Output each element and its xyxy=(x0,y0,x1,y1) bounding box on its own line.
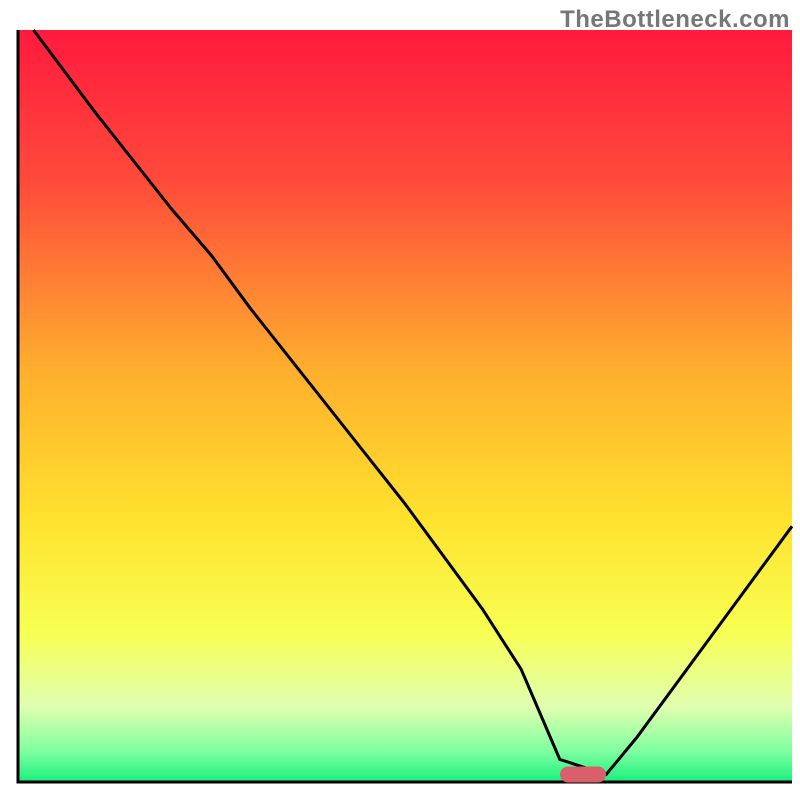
site-watermark: TheBottleneck.com xyxy=(560,6,790,34)
optimal-marker xyxy=(560,766,606,782)
chart-canvas xyxy=(0,0,800,800)
bottleneck-chart: TheBottleneck.com xyxy=(0,0,800,800)
plot-background xyxy=(18,30,792,782)
